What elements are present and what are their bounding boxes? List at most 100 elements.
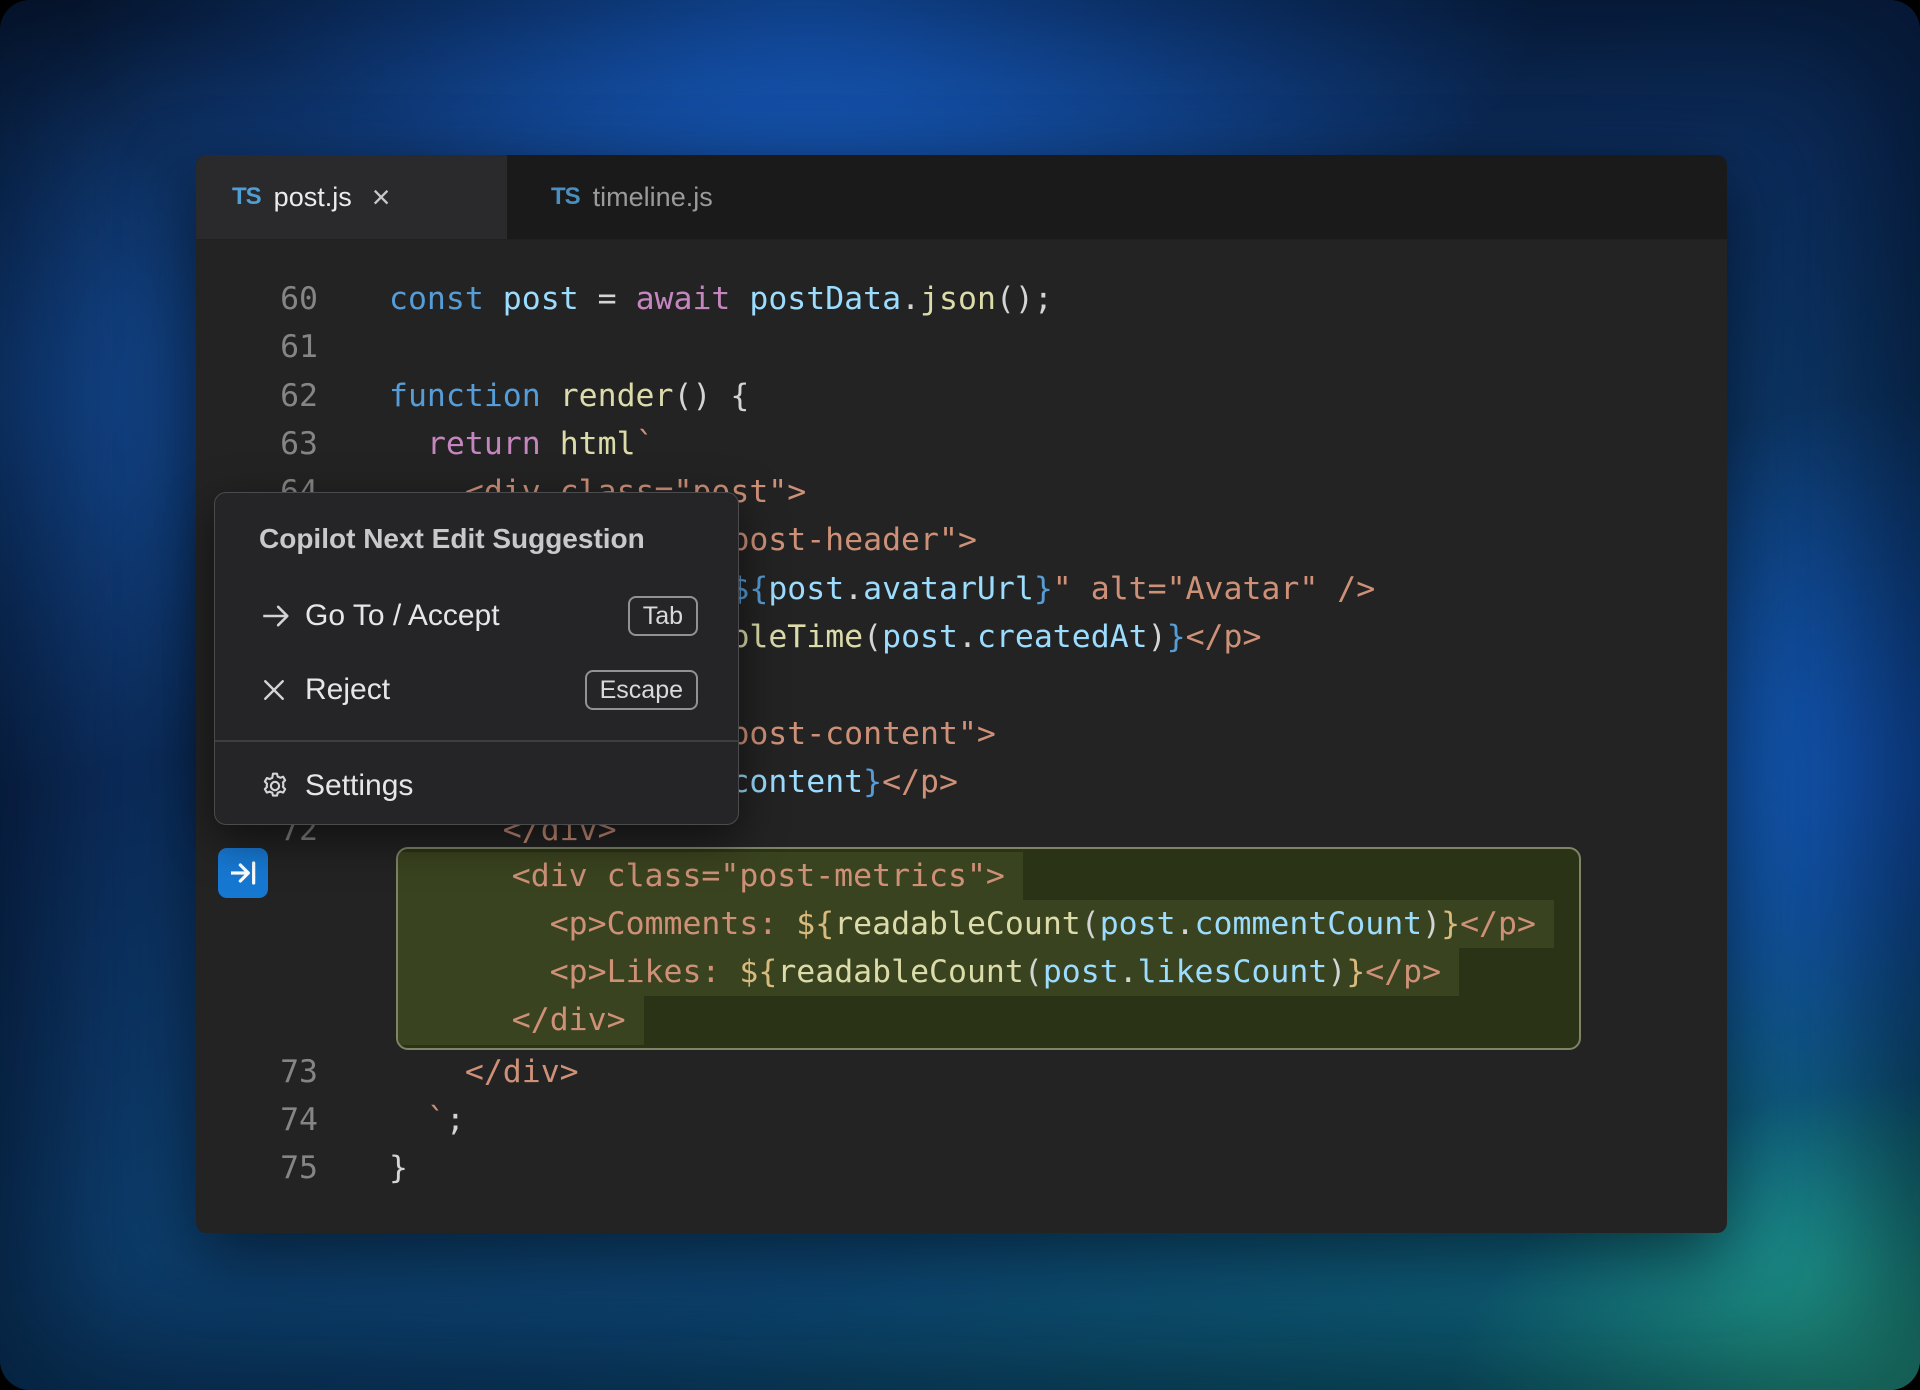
token: json bbox=[920, 281, 996, 317]
token: content bbox=[730, 764, 863, 800]
suggestion-code-line: <div class="post-metrics"> bbox=[398, 852, 1579, 900]
code-line: 73 </div> bbox=[196, 1048, 1727, 1096]
line-number: 63 bbox=[196, 420, 318, 468]
token: </p> bbox=[1186, 619, 1262, 655]
token: ${ bbox=[796, 906, 834, 942]
tab-key-badge: Tab bbox=[628, 596, 698, 636]
token: ( bbox=[1081, 906, 1100, 942]
goto-accept-item[interactable]: Go To / Accept Tab bbox=[215, 579, 738, 653]
token bbox=[389, 426, 427, 462]
token: . bbox=[958, 619, 977, 655]
copilot-suggestion-popup: Copilot Next Edit Suggestion Go To / Acc… bbox=[214, 492, 739, 825]
suggestion-highlight: <p>Likes: ${readableCount(post.likesCoun… bbox=[398, 948, 1459, 996]
suggestion-highlight: </div> bbox=[398, 996, 644, 1044]
suggestion-code-line: <p>Likes: ${readableCount(post.likesCoun… bbox=[398, 948, 1579, 996]
code-line: 63 return html` bbox=[196, 420, 1727, 468]
token: = bbox=[579, 281, 636, 317]
suggestion-lines: <div class="post-metrics"> <p>Comments: … bbox=[398, 852, 1579, 1045]
token: } bbox=[1034, 571, 1053, 607]
tab-bar: TS post.js × TS timeline.js bbox=[196, 155, 1727, 240]
token: } bbox=[1441, 906, 1460, 942]
tab-label: timeline.js bbox=[593, 182, 713, 213]
code-line: 74 `; bbox=[196, 1096, 1727, 1144]
code-text: return html` bbox=[389, 426, 655, 462]
editor-window: TS post.js × TS timeline.js 60const post… bbox=[196, 155, 1727, 1233]
code-text: const post = await postData.json(); bbox=[389, 281, 1053, 317]
code-text: } bbox=[389, 1150, 408, 1186]
suggestion-code-line: <p>Comments: ${readableCount(post.commen… bbox=[398, 900, 1579, 948]
code-lines-bottom: 73 </div>74 `;75} bbox=[196, 1048, 1727, 1193]
token: . bbox=[901, 281, 920, 317]
token: ` bbox=[389, 1102, 446, 1138]
typescript-icon: TS bbox=[232, 183, 261, 211]
token: </p> bbox=[1460, 906, 1536, 942]
close-tab-icon[interactable]: × bbox=[372, 181, 391, 213]
line-number: 73 bbox=[196, 1048, 318, 1096]
token: () { bbox=[673, 378, 749, 414]
token: ( bbox=[1024, 954, 1043, 990]
line-number: 75 bbox=[196, 1144, 318, 1192]
copilot-suggestion-block[interactable]: <div class="post-metrics"> <p>Comments: … bbox=[396, 847, 1581, 1050]
token: const bbox=[389, 281, 503, 317]
token: post bbox=[882, 619, 958, 655]
code-line: 61 bbox=[196, 323, 1727, 371]
suggestion-code-line: </div> bbox=[398, 996, 1579, 1044]
token: post bbox=[1100, 906, 1176, 942]
popup-title: Copilot Next Edit Suggestion bbox=[215, 493, 738, 579]
settings-item[interactable]: Settings bbox=[215, 742, 738, 830]
token: } bbox=[1167, 619, 1186, 655]
token: createdAt bbox=[977, 619, 1148, 655]
token: post bbox=[503, 281, 579, 317]
token: commentCount bbox=[1195, 906, 1423, 942]
token: html bbox=[560, 426, 636, 462]
token: </p> bbox=[1365, 954, 1441, 990]
code-line: 75} bbox=[196, 1144, 1727, 1192]
code-line: 62 function render() { bbox=[196, 372, 1727, 420]
line-number: 62 bbox=[196, 372, 318, 420]
token: render bbox=[560, 378, 674, 414]
token: } bbox=[863, 764, 882, 800]
reject-label: Reject bbox=[305, 673, 390, 707]
arrow-right-icon bbox=[259, 599, 305, 633]
gear-icon bbox=[259, 770, 305, 802]
token: . bbox=[1119, 954, 1138, 990]
tab-timeline-js[interactable]: TS timeline.js bbox=[507, 155, 851, 239]
code-line: 60const post = await postData.json(); bbox=[196, 275, 1727, 323]
copilot-nes-gutter-icon[interactable] bbox=[218, 848, 268, 898]
token: ) bbox=[1327, 954, 1346, 990]
token: </div> bbox=[389, 1054, 579, 1090]
token: ${ bbox=[739, 954, 777, 990]
code-text: `; bbox=[389, 1102, 465, 1138]
token: </p> bbox=[882, 764, 958, 800]
arrow-to-bar-icon bbox=[227, 857, 259, 889]
code-text: </div> bbox=[389, 1054, 579, 1090]
token: <p>Comments: bbox=[398, 906, 796, 942]
suggestion-highlight: <p>Comments: ${readableCount(post.commen… bbox=[398, 900, 1554, 948]
tab-post-js[interactable]: TS post.js × bbox=[196, 155, 507, 239]
typescript-icon: TS bbox=[551, 183, 580, 211]
code-text: function render() { bbox=[389, 378, 749, 414]
token: readableCount bbox=[777, 954, 1024, 990]
token: ) bbox=[1148, 619, 1167, 655]
line-number: 74 bbox=[196, 1096, 318, 1144]
token: } bbox=[389, 1150, 408, 1186]
token: <p>Likes: bbox=[398, 954, 739, 990]
settings-label: Settings bbox=[305, 769, 413, 803]
token: (); bbox=[996, 281, 1053, 317]
line-number: 61 bbox=[196, 323, 318, 371]
token: . bbox=[1176, 906, 1195, 942]
reject-item[interactable]: Reject Escape bbox=[215, 653, 738, 727]
token: function bbox=[389, 378, 560, 414]
x-icon bbox=[259, 675, 305, 705]
token: </div> bbox=[398, 1002, 626, 1038]
escape-key-badge: Escape bbox=[585, 670, 698, 710]
token: } bbox=[1346, 954, 1365, 990]
token: ( bbox=[863, 619, 882, 655]
goto-accept-label: Go To / Accept bbox=[305, 599, 500, 633]
token: avatarUrl bbox=[863, 571, 1034, 607]
token: ` bbox=[636, 426, 655, 462]
token: return bbox=[427, 426, 560, 462]
token: likesCount bbox=[1138, 954, 1328, 990]
token: readableCount bbox=[834, 906, 1081, 942]
token: . bbox=[844, 571, 863, 607]
